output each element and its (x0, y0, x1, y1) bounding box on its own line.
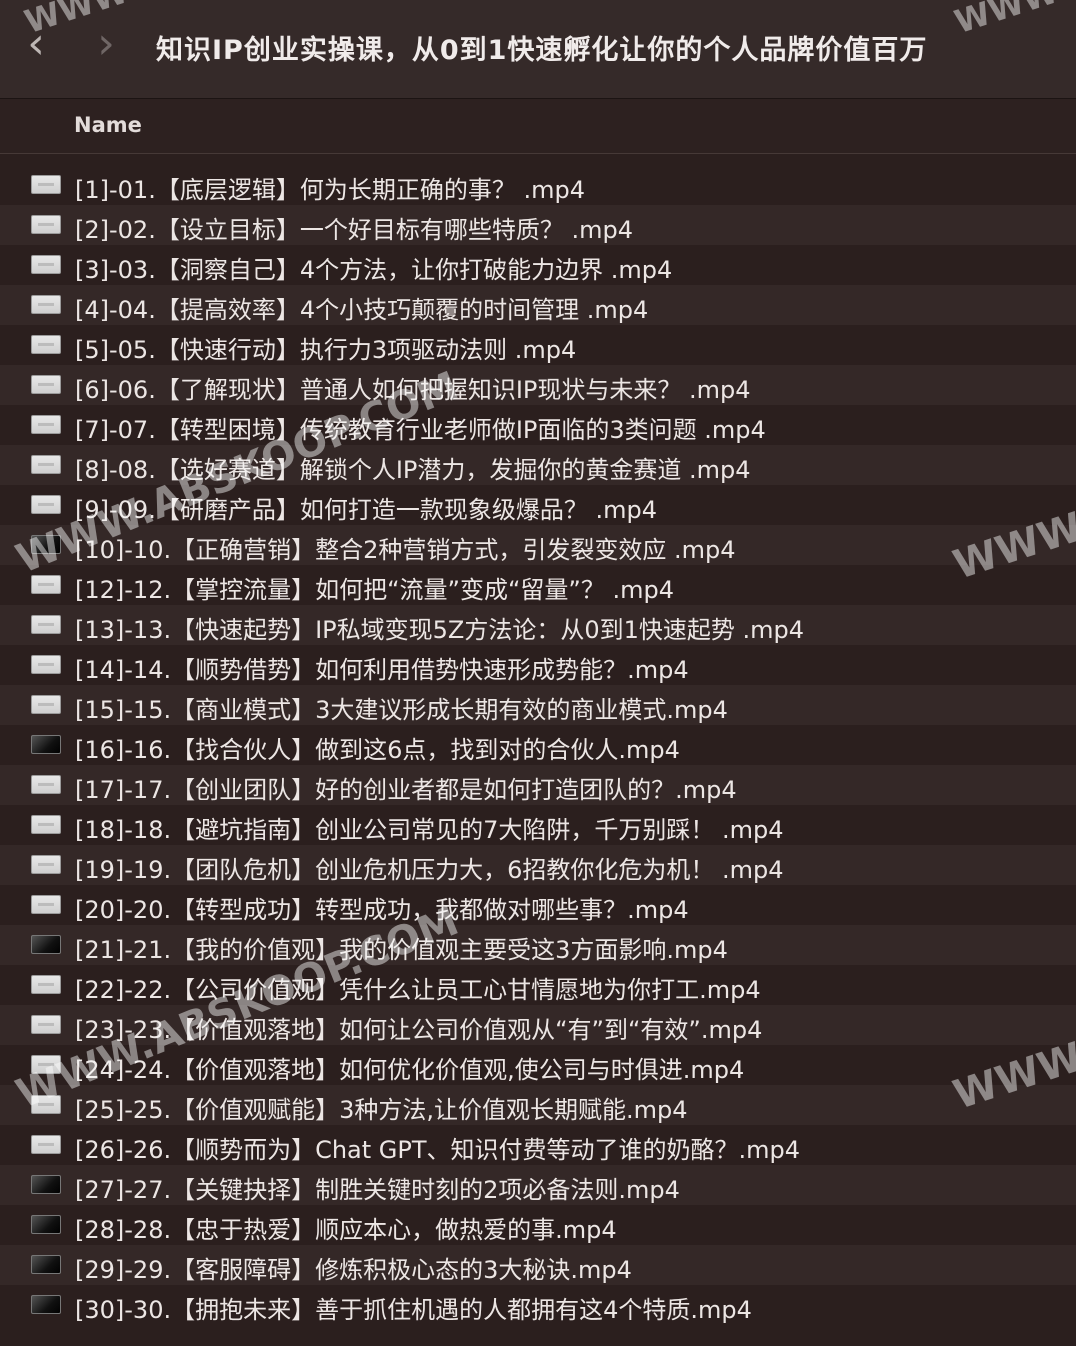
file-name: [27]-27.【关键抉择】制胜关键时刻的2项必备法则.mp4 (75, 1176, 680, 1204)
video-file-icon (31, 295, 61, 314)
list-item[interactable]: [21]-21.【我的价值观】我的价值观主要受这3方面影响.mp4 (0, 925, 1076, 965)
video-file-icon (31, 1255, 61, 1274)
list-item[interactable]: [29]-29.【客服障碍】修炼积极心态的3大秘诀.mp4 (0, 1245, 1076, 1285)
video-file-icon (31, 1175, 61, 1194)
video-file-icon (31, 455, 61, 474)
video-file-icon (31, 335, 61, 354)
video-file-icon (31, 615, 61, 634)
list-item[interactable]: [17]-17.【创业团队】好的创业者都是如何打造团队的？.mp4 (0, 765, 1076, 805)
file-name: [26]-26.【顺势而为】Chat GPT、知识付费等动了谁的奶酪？.mp4 (75, 1136, 801, 1164)
file-name: [9]-09.【研磨产品】如何打造一款现象级爆品？ .mp4 (75, 496, 657, 524)
list-item[interactable]: [8]-08.【选好赛道】解锁个人IP潜力，发掘你的黄金赛道 .mp4 (0, 445, 1076, 485)
list-item[interactable]: [22]-22.【公司价值观】凭什么让员工心甘情愿地为你打工.mp4 (0, 965, 1076, 1005)
file-name: [3]-03.【洞察自己】4个方法，让你打破能力边界 .mp4 (75, 256, 673, 284)
folder-title: 知识IP创业实操课，从0到1快速孵化让你的个人品牌价值百万 (156, 35, 928, 66)
list-item[interactable]: [28]-28.【忠于热爱】顺应本心，做热爱的事.mp4 (0, 1205, 1076, 1245)
file-name: [13]-13.【快速起势】IP私域变现5Z方法论：从0到1快速起势 .mp4 (75, 616, 805, 644)
file-name: [6]-06.【了解现状】普通人如何把握知识IP现状与未来？ .mp4 (75, 376, 751, 404)
list-item[interactable]: [24]-24.【价值观落地】如何优化价值观,使公司与时俱进.mp4 (0, 1045, 1076, 1085)
video-file-icon (31, 175, 61, 194)
file-name: [14]-14.【顺势借势】如何利用借势快速形成势能？.mp4 (75, 656, 689, 684)
video-file-icon (31, 575, 61, 594)
file-name: [19]-19.【团队危机】创业危机压力大，6招教你化危为机！ .mp4 (75, 856, 784, 884)
list-item[interactable]: [27]-27.【关键抉择】制胜关键时刻的2项必备法则.mp4 (0, 1165, 1076, 1205)
back-icon[interactable]: ‹ (16, 22, 56, 70)
video-file-icon (31, 775, 61, 794)
video-file-icon (31, 1135, 61, 1154)
video-file-icon (31, 935, 61, 954)
video-file-icon (31, 815, 61, 834)
video-file-icon (31, 1015, 61, 1034)
video-file-icon (31, 255, 61, 274)
video-file-icon (31, 415, 61, 434)
file-name: [18]-18.【避坑指南】创业公司常见的7大陷阱，千万别踩！ .mp4 (75, 816, 784, 844)
file-name: [12]-12.【掌控流量】如何把“流量”变成“留量”？ .mp4 (75, 576, 674, 604)
file-name: [17]-17.【创业团队】好的创业者都是如何打造团队的？.mp4 (75, 776, 737, 804)
file-name: [4]-04.【提高效率】4个小技巧颠覆的时间管理 .mp4 (75, 296, 649, 324)
window-toolbar: ‹ › 知识IP创业实操课，从0到1快速孵化让你的个人品牌价值百万 (0, 0, 1076, 99)
list-item[interactable]: [30]-30.【拥抱未来】善于抓住机遇的人都拥有这4个特质.mp4 (0, 1285, 1076, 1325)
file-name: [5]-05.【快速行动】执行力3项驱动法则 .mp4 (75, 336, 577, 364)
list-item[interactable]: [3]-03.【洞察自己】4个方法，让你打破能力边界 .mp4 (0, 245, 1076, 285)
video-file-icon (31, 695, 61, 714)
file-name: [28]-28.【忠于热爱】顺应本心，做热爱的事.mp4 (75, 1216, 617, 1244)
column-header-name[interactable]: Name (74, 113, 142, 137)
list-item[interactable]: [20]-20.【转型成功】转型成功，我都做对哪些事？.mp4 (0, 885, 1076, 925)
list-item[interactable]: [9]-09.【研磨产品】如何打造一款现象级爆品？ .mp4 (0, 485, 1076, 525)
video-file-icon (31, 735, 61, 754)
list-item[interactable]: [23]-23.【价值观落地】如何让公司价值观从“有”到“有效”.mp4 (0, 1005, 1076, 1045)
file-name: [15]-15.【商业模式】3大建议形成长期有效的商业模式.mp4 (75, 696, 728, 724)
list-item[interactable]: [10]-10.【正确营销】整合2种营销方式，引发裂变效应 .mp4 (0, 525, 1076, 565)
list-item[interactable]: [14]-14.【顺势借势】如何利用借势快速形成势能？.mp4 (0, 645, 1076, 685)
file-name: [10]-10.【正确营销】整合2种营销方式，引发裂变效应 .mp4 (75, 536, 736, 564)
file-name: [8]-08.【选好赛道】解锁个人IP潜力，发掘你的黄金赛道 .mp4 (75, 456, 751, 484)
list-item[interactable]: [19]-19.【团队危机】创业危机压力大，6招教你化危为机！ .mp4 (0, 845, 1076, 885)
list-item[interactable]: [13]-13.【快速起势】IP私域变现5Z方法论：从0到1快速起势 .mp4 (0, 605, 1076, 645)
list-item[interactable]: [4]-04.【提高效率】4个小技巧颠覆的时间管理 .mp4 (0, 285, 1076, 325)
video-file-icon (31, 975, 61, 994)
list-item[interactable]: [7]-07.【转型困境】传统教育行业老师做IP面临的3类问题 .mp4 (0, 405, 1076, 445)
file-name: [23]-23.【价值观落地】如何让公司价值观从“有”到“有效”.mp4 (75, 1016, 763, 1044)
list-item[interactable]: [25]-25.【价值观赋能】3种方法,让价值观长期赋能.mp4 (0, 1085, 1076, 1125)
file-name: [22]-22.【公司价值观】凭什么让员工心甘情愿地为你打工.mp4 (75, 976, 761, 1004)
file-name: [24]-24.【价值观落地】如何优化价值观,使公司与时俱进.mp4 (75, 1056, 745, 1084)
video-file-icon (31, 375, 61, 394)
video-file-icon (31, 1295, 61, 1314)
column-header[interactable]: Name (0, 99, 1076, 154)
file-name: [30]-30.【拥抱未来】善于抓住机遇的人都拥有这4个特质.mp4 (75, 1296, 752, 1324)
video-file-icon (31, 895, 61, 914)
list-item[interactable]: [12]-12.【掌控流量】如何把“流量”变成“留量”？ .mp4 (0, 565, 1076, 605)
file-name: [21]-21.【我的价值观】我的价值观主要受这3方面影响.mp4 (75, 936, 728, 964)
forward-icon[interactable]: › (86, 22, 126, 70)
list-item[interactable]: [6]-06.【了解现状】普通人如何把握知识IP现状与未来？ .mp4 (0, 365, 1076, 405)
list-item[interactable]: [5]-05.【快速行动】执行力3项驱动法则 .mp4 (0, 325, 1076, 365)
video-file-icon (31, 1215, 61, 1234)
file-name: [25]-25.【价值观赋能】3种方法,让价值观长期赋能.mp4 (75, 1096, 688, 1124)
list-item[interactable]: [15]-15.【商业模式】3大建议形成长期有效的商业模式.mp4 (0, 685, 1076, 725)
file-name: [20]-20.【转型成功】转型成功，我都做对哪些事？.mp4 (75, 896, 689, 924)
video-file-icon (31, 495, 61, 514)
video-file-icon (31, 1095, 61, 1114)
list-item[interactable]: [16]-16.【找合伙人】做到这6点，找到对的合伙人.mp4 (0, 725, 1076, 765)
video-file-icon (31, 215, 61, 234)
list-item[interactable]: [18]-18.【避坑指南】创业公司常见的7大陷阱，千万别踩！ .mp4 (0, 805, 1076, 845)
video-file-icon (31, 535, 61, 554)
file-name: [29]-29.【客服障碍】修炼积极心态的3大秘诀.mp4 (75, 1256, 632, 1284)
file-list: [1]-01.【底层逻辑】何为长期正确的事？ .mp4 [2]-02.【设立目标】… (0, 165, 1076, 1325)
list-item[interactable]: [2]-02.【设立目标】一个好目标有哪些特质？ .mp4 (0, 205, 1076, 245)
video-file-icon (31, 1055, 61, 1074)
file-name: [2]-02.【设立目标】一个好目标有哪些特质？ .mp4 (75, 216, 633, 244)
list-item[interactable]: [26]-26.【顺势而为】Chat GPT、知识付费等动了谁的奶酪？.mp4 (0, 1125, 1076, 1165)
file-name: [7]-07.【转型困境】传统教育行业老师做IP面临的3类问题 .mp4 (75, 416, 766, 444)
file-name: [1]-01.【底层逻辑】何为长期正确的事？ .mp4 (75, 176, 585, 204)
list-item[interactable]: [1]-01.【底层逻辑】何为长期正确的事？ .mp4 (0, 165, 1076, 205)
video-file-icon (31, 855, 61, 874)
file-name: [16]-16.【找合伙人】做到这6点，找到对的合伙人.mp4 (75, 736, 680, 764)
video-file-icon (31, 655, 61, 674)
